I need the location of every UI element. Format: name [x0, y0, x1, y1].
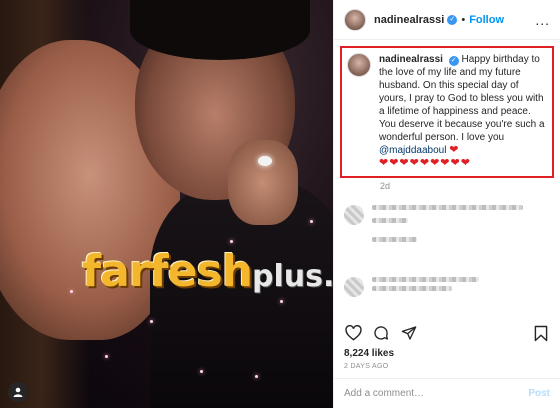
instagram-post: farfeshplus.com nadinealrassi ✓ • Follow…	[0, 0, 560, 408]
post-comment-button[interactable]: Post	[528, 388, 550, 399]
watermark-sub: plus.com	[252, 259, 333, 294]
post-sidebar: nadinealrassi ✓ • Follow ... nadinealras…	[333, 0, 560, 408]
sparkle	[230, 240, 233, 243]
heart-icon[interactable]	[344, 324, 362, 342]
caption-username[interactable]: nadinealrassi	[379, 54, 443, 65]
comments-list	[334, 191, 560, 316]
mention-link[interactable]: @majddaaboul	[379, 145, 446, 156]
blurred-text	[372, 277, 550, 295]
sparkle	[280, 300, 283, 303]
post-date[interactable]: 2 DAYS AGO	[334, 359, 560, 370]
comment-blurred	[344, 277, 550, 297]
blurred-text	[372, 205, 550, 227]
caption-body: Happy birthday to the love of my life an…	[379, 54, 545, 143]
blurred-text	[372, 237, 550, 246]
comment-input[interactable]	[344, 388, 529, 399]
share-icon[interactable]	[400, 324, 418, 342]
sparkle	[150, 320, 153, 323]
sparkle	[310, 220, 313, 223]
header-username[interactable]: nadinealrassi	[374, 14, 444, 26]
heart-emoji: ❤	[449, 144, 460, 156]
blurred-avatar	[344, 277, 364, 297]
sparkle	[200, 370, 203, 373]
sparkle	[70, 290, 73, 293]
photo-man-hair	[130, 0, 310, 60]
comment-blurred	[344, 205, 550, 227]
bookmark-icon[interactable]	[532, 324, 550, 342]
sparkle	[255, 375, 258, 378]
user-tag-icon[interactable]	[8, 382, 28, 402]
caption-avatar[interactable]	[347, 53, 371, 77]
blurred-avatar	[344, 205, 364, 225]
follow-button[interactable]: Follow	[469, 14, 504, 26]
engagement-ring	[258, 156, 272, 166]
watermark: farfeshplus.com	[82, 246, 333, 297]
post-photo[interactable]: farfeshplus.com	[0, 0, 333, 408]
photo-hand	[228, 140, 298, 225]
more-options-icon[interactable]: ...	[535, 12, 550, 28]
add-comment-bar: Post	[334, 378, 560, 408]
sparkle	[105, 355, 108, 358]
verified-badge-icon: ✓	[448, 56, 459, 66]
caption: nadinealrassi ✓ Happy birthday to the lo…	[379, 53, 547, 170]
avatar[interactable]	[344, 8, 366, 31]
caption-time[interactable]: 2d	[380, 181, 560, 191]
separator-dot: •	[461, 13, 466, 26]
hearts-emoji-row: ❤❤❤❤❤❤❤❤❤	[379, 157, 471, 169]
post-header: nadinealrassi ✓ • Follow ...	[334, 0, 560, 40]
comment-icon[interactable]	[372, 324, 390, 342]
action-bar	[334, 316, 560, 344]
watermark-main: farfesh	[82, 246, 253, 297]
caption-highlight: nadinealrassi ✓ Happy birthday to the lo…	[340, 46, 554, 178]
likes-count[interactable]: 8,224 likes	[334, 344, 560, 359]
verified-badge-icon: ✓	[447, 14, 458, 25]
comment-blurred	[344, 237, 550, 257]
